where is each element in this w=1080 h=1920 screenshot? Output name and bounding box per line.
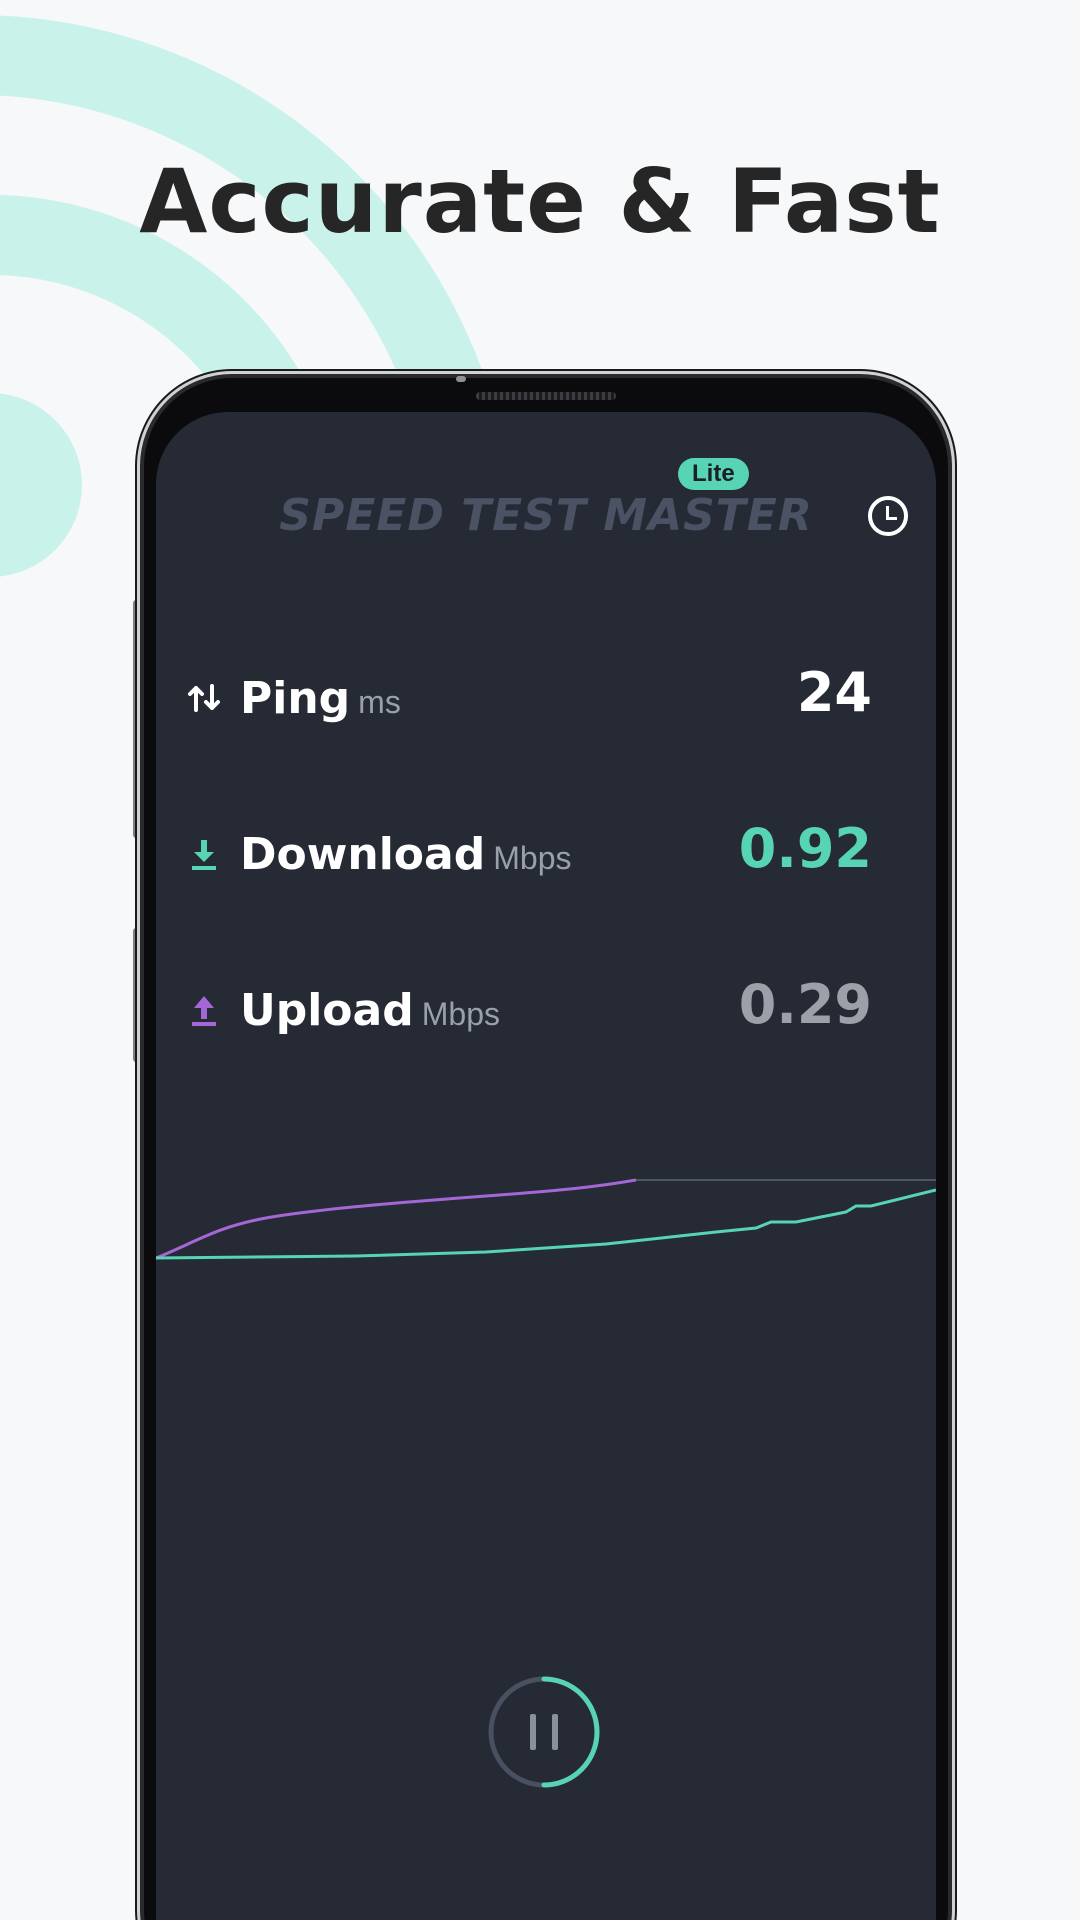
ping-row: Ping ms 24 <box>186 652 872 742</box>
download-icon <box>192 840 216 870</box>
upload-unit: Mbps <box>421 996 500 1032</box>
ping-value: 24 <box>796 661 872 724</box>
pause-button[interactable] <box>486 1674 602 1790</box>
ping-arrows-icon <box>188 684 220 712</box>
ping-unit: ms <box>358 684 401 720</box>
app-screen: SPEED TEST MASTER Lite Ping ms 24 Downlo… <box>156 412 936 1920</box>
camera-dot <box>456 376 466 382</box>
pause-icon <box>530 1714 558 1750</box>
app-logo: SPEED TEST MASTER <box>279 490 813 541</box>
upload-icon <box>192 996 216 1026</box>
progress-ring <box>541 1676 600 1788</box>
speed-graph <box>156 1178 936 1260</box>
page-headline: Accurate & Fast <box>139 150 941 253</box>
phone-side-button <box>133 600 139 838</box>
phone-speaker <box>476 392 616 400</box>
upload-label: Upload <box>240 985 414 1036</box>
download-label: Download <box>240 829 486 880</box>
download-graph-line <box>156 1188 936 1260</box>
phone-side-button <box>133 928 139 1062</box>
ping-label: Ping <box>240 673 351 724</box>
history-button[interactable] <box>868 496 908 536</box>
download-row: Download Mbps 0.92 <box>186 808 872 898</box>
phone-frame: SPEED TEST MASTER Lite Ping ms 24 Downlo… <box>140 374 952 1920</box>
download-value: 0.92 <box>738 817 872 880</box>
upload-row: Upload Mbps 0.29 <box>186 964 872 1054</box>
promo-screen: Accurate & Fast SPEED TEST MASTER Lite P… <box>0 0 1080 1920</box>
upload-value: 0.29 <box>738 973 872 1036</box>
download-unit: Mbps <box>493 840 572 876</box>
lite-badge: Lite <box>678 458 749 490</box>
